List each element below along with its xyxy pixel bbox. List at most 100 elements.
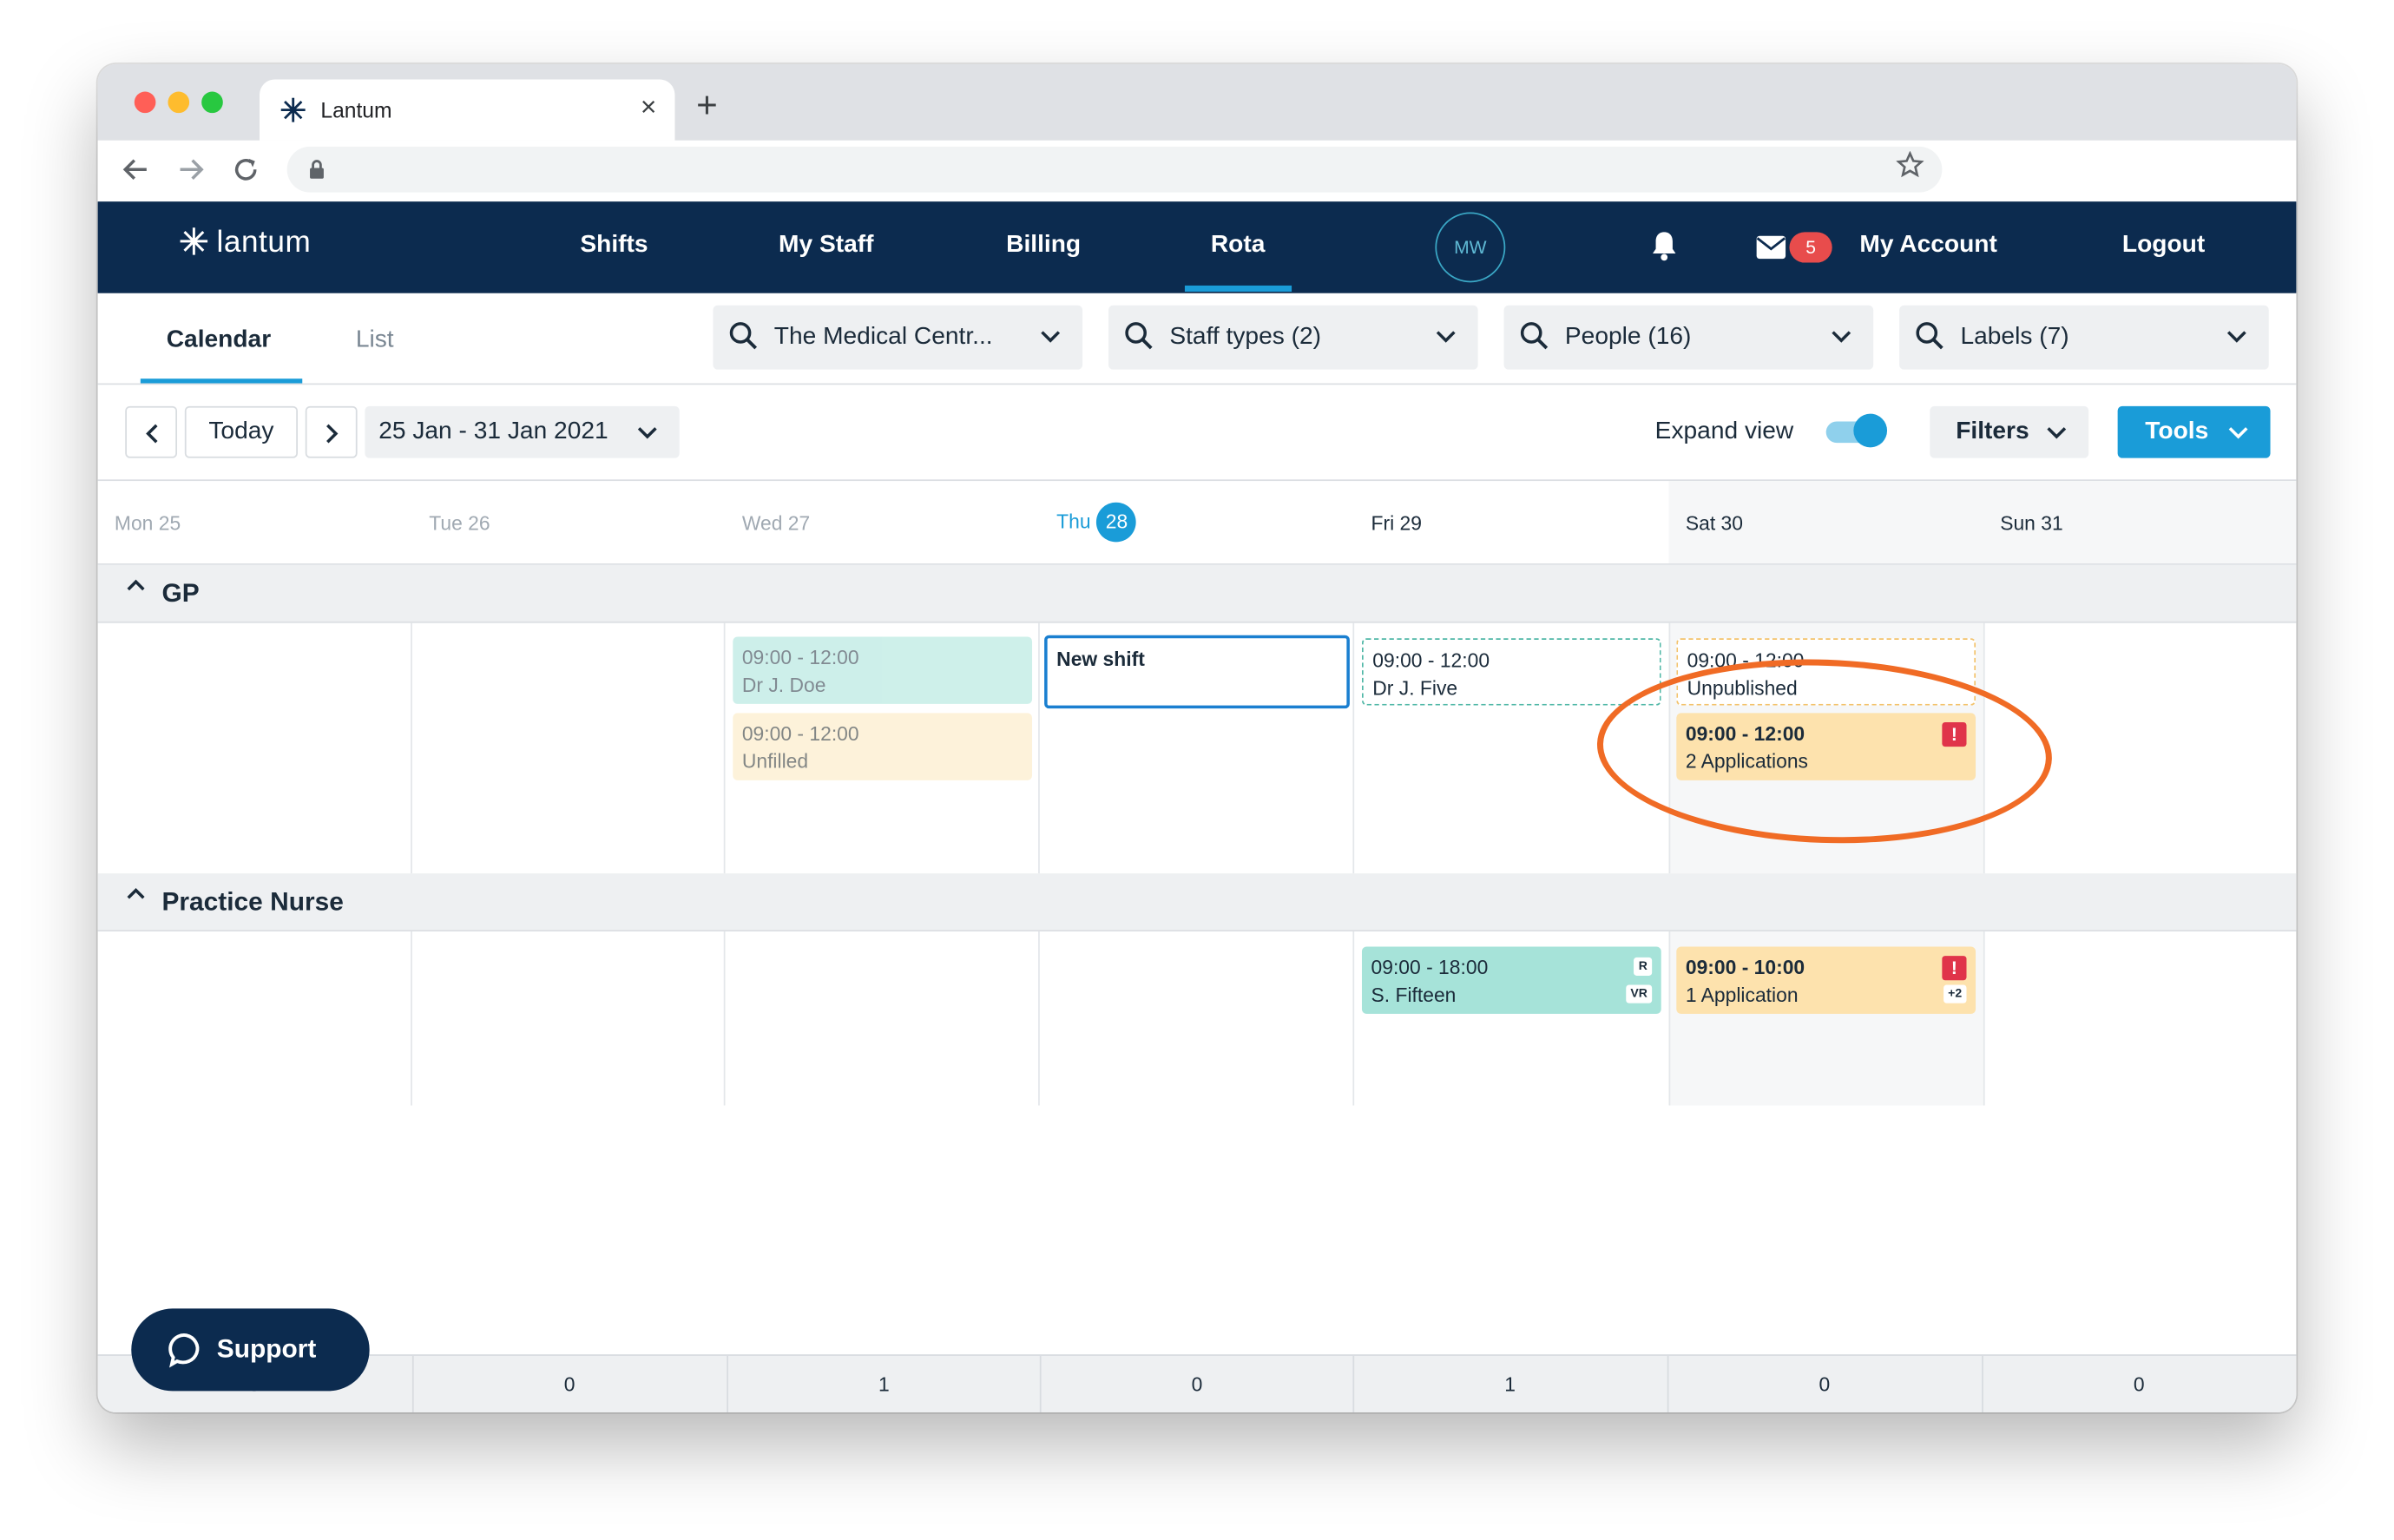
calendar-day-header: Mon 25 Tue 26 Wed 27 Thu 28 Fri 29 Sat 30… <box>97 479 2297 565</box>
day-wed: Wed 27 <box>741 511 811 535</box>
daily-total-sat: 0 <box>1667 1355 1981 1413</box>
tab-list[interactable]: List <box>356 326 394 354</box>
shift-time: 09:00 - 12:00 <box>741 646 859 669</box>
weekend-shade <box>1668 481 2297 564</box>
lock-icon <box>310 160 324 179</box>
shift-card-filled-unpublished[interactable]: 09:00 - 12:00 Dr J. Five <box>1361 638 1661 706</box>
people-filter-dropdown[interactable]: People (16) <box>1503 305 1874 370</box>
tools-button-label: Tools <box>2145 418 2209 444</box>
new-tab-button[interactable]: + <box>696 86 718 128</box>
maximize-window-button[interactable] <box>201 91 223 114</box>
shift-applications-count: 2 Applications <box>1685 749 1808 773</box>
forward-arrow-icon[interactable] <box>177 155 205 183</box>
column-divider <box>411 931 412 1106</box>
close-window-button[interactable] <box>134 91 156 114</box>
expand-view-toggle-knob[interactable] <box>1853 413 1888 448</box>
staff-types-filter-dropdown[interactable]: Staff types (2) <box>1108 305 1478 370</box>
support-button[interactable]: Support <box>131 1308 370 1392</box>
nav-shifts[interactable]: Shifts <box>580 232 648 260</box>
tab-active-indicator <box>140 378 303 384</box>
nav-my-staff[interactable]: My Staff <box>779 232 873 260</box>
date-range-dropdown[interactable]: 25 Jan - 31 Jan 2021 <box>365 405 680 458</box>
labels-filter-value: Labels (7) <box>1960 323 2069 350</box>
shift-assignee: Dr J. Five <box>1372 676 1458 700</box>
bookmark-star-icon[interactable] <box>1896 151 1924 179</box>
calendar-controls: Today 25 Jan - 31 Jan 2021 Expand view F… <box>98 385 2297 479</box>
nav-rota[interactable]: Rota <box>1211 232 1266 260</box>
daily-total-wed: 1 <box>727 1355 1040 1413</box>
shift-card-unfilled[interactable]: 09:00 - 12:00 Unfilled <box>733 713 1033 780</box>
day-sun: Sun 31 <box>2000 511 2063 535</box>
back-arrow-icon[interactable] <box>122 155 150 183</box>
labels-filter-dropdown[interactable]: Labels (7) <box>1899 305 2269 370</box>
lantum-logo[interactable]: lantum <box>180 226 312 260</box>
shift-time: 09:00 - 12:00 <box>741 721 859 746</box>
shift-time: 09:00 - 18:00 <box>1371 956 1489 979</box>
nav-my-account[interactable]: My Account <box>1859 232 1996 260</box>
chevron-left-icon <box>146 424 158 444</box>
chevron-down-icon <box>1041 331 1061 343</box>
section-practice-nurse-title: Practice Nurse <box>161 886 344 917</box>
section-gp-header[interactable]: GP <box>97 564 2297 623</box>
chevron-up-icon[interactable] <box>125 885 147 901</box>
column-divider <box>411 622 412 874</box>
column-divider <box>1352 622 1355 874</box>
daily-total-sun: 0 <box>1982 1355 2295 1413</box>
today-date-badge: 28 <box>1096 502 1137 543</box>
previous-week-button[interactable] <box>125 405 178 458</box>
site-filter-dropdown[interactable]: The Medical Centr... <box>713 305 1083 370</box>
browser-tab[interactable]: Lantum × <box>260 79 675 141</box>
shift-card-unpublished[interactable]: 09:00 - 12:00 Unpublished <box>1676 638 1976 706</box>
address-bar[interactable] <box>286 146 1943 193</box>
daily-totals-footer: 0 0 1 0 1 0 0 <box>97 1354 2297 1413</box>
chat-bubble-icon <box>168 1333 200 1368</box>
shift-card-filled[interactable]: 09:00 - 12:00 Dr J. Doe <box>733 636 1033 704</box>
section-gp-title: GP <box>161 578 200 609</box>
chevron-down-icon <box>1436 331 1456 343</box>
expand-view-label: Expand view <box>1654 418 1794 444</box>
tab-title: Lantum <box>320 97 392 122</box>
filters-button[interactable]: Filters <box>1930 405 2089 458</box>
minimize-window-button[interactable] <box>168 91 190 114</box>
shift-time: 09:00 - 12:00 <box>1372 648 1490 672</box>
shift-status: Unfilled <box>741 749 809 773</box>
today-button[interactable]: Today <box>184 405 298 458</box>
new-shift-card[interactable]: New shift <box>1044 635 1350 709</box>
support-label: Support <box>216 1334 317 1364</box>
search-icon <box>1916 322 1943 350</box>
column-divider <box>723 622 726 874</box>
people-filter-value: People (16) <box>1564 323 1692 350</box>
tab-calendar[interactable]: Calendar <box>167 326 271 354</box>
day-thu-label: Thu <box>1056 510 1091 533</box>
chevron-down-icon <box>2228 427 2248 439</box>
section-practice-nurse-header[interactable]: Practice Nurse <box>97 873 2297 931</box>
message-count-badge: 5 <box>1789 232 1832 263</box>
notification-bell-icon[interactable] <box>1649 229 1680 263</box>
nav-logout[interactable]: Logout <box>2122 232 2205 260</box>
chevron-down-icon <box>1832 331 1851 343</box>
shift-applications-count: 1 Application <box>1685 983 1799 1007</box>
shift-time: 09:00 - 12:00 <box>1685 721 1805 746</box>
day-mon: Mon 25 <box>114 511 181 535</box>
shift-time: 09:00 - 12:00 <box>1687 648 1805 672</box>
column-divider <box>1668 622 1671 874</box>
column-divider <box>1038 622 1040 874</box>
nav-billing[interactable]: Billing <box>1006 232 1081 260</box>
shift-card-filled[interactable]: 09:00 - 18:00 S. Fifteen R VR <box>1361 946 1661 1014</box>
reload-icon[interactable] <box>232 155 260 183</box>
next-week-button[interactable] <box>305 405 358 458</box>
gp-row: 09:00 - 12:00 Dr J. Doe 09:00 - 12:00 Un… <box>98 622 2297 874</box>
day-fri: Fri 29 <box>1371 511 1422 535</box>
close-tab-icon[interactable]: × <box>641 92 656 124</box>
shift-status: Unpublished <box>1687 676 1798 700</box>
tools-button[interactable]: Tools <box>2117 405 2271 458</box>
chevron-down-icon <box>2047 427 2067 439</box>
avatar[interactable]: MW <box>1435 212 1506 283</box>
lantum-logo-icon <box>180 227 208 255</box>
view-filter-bar: Calendar List The Medical Centr... Staff… <box>97 293 2297 385</box>
messages-envelope-icon[interactable] <box>1756 235 1786 260</box>
daily-total-fri: 1 <box>1352 1355 1666 1413</box>
shift-card-applications[interactable]: 09:00 - 10:00 1 Application ! +2 <box>1676 946 1976 1014</box>
shift-card-applications[interactable]: 09:00 - 12:00 2 Applications ! <box>1676 713 1976 780</box>
chevron-up-icon[interactable] <box>125 577 147 593</box>
